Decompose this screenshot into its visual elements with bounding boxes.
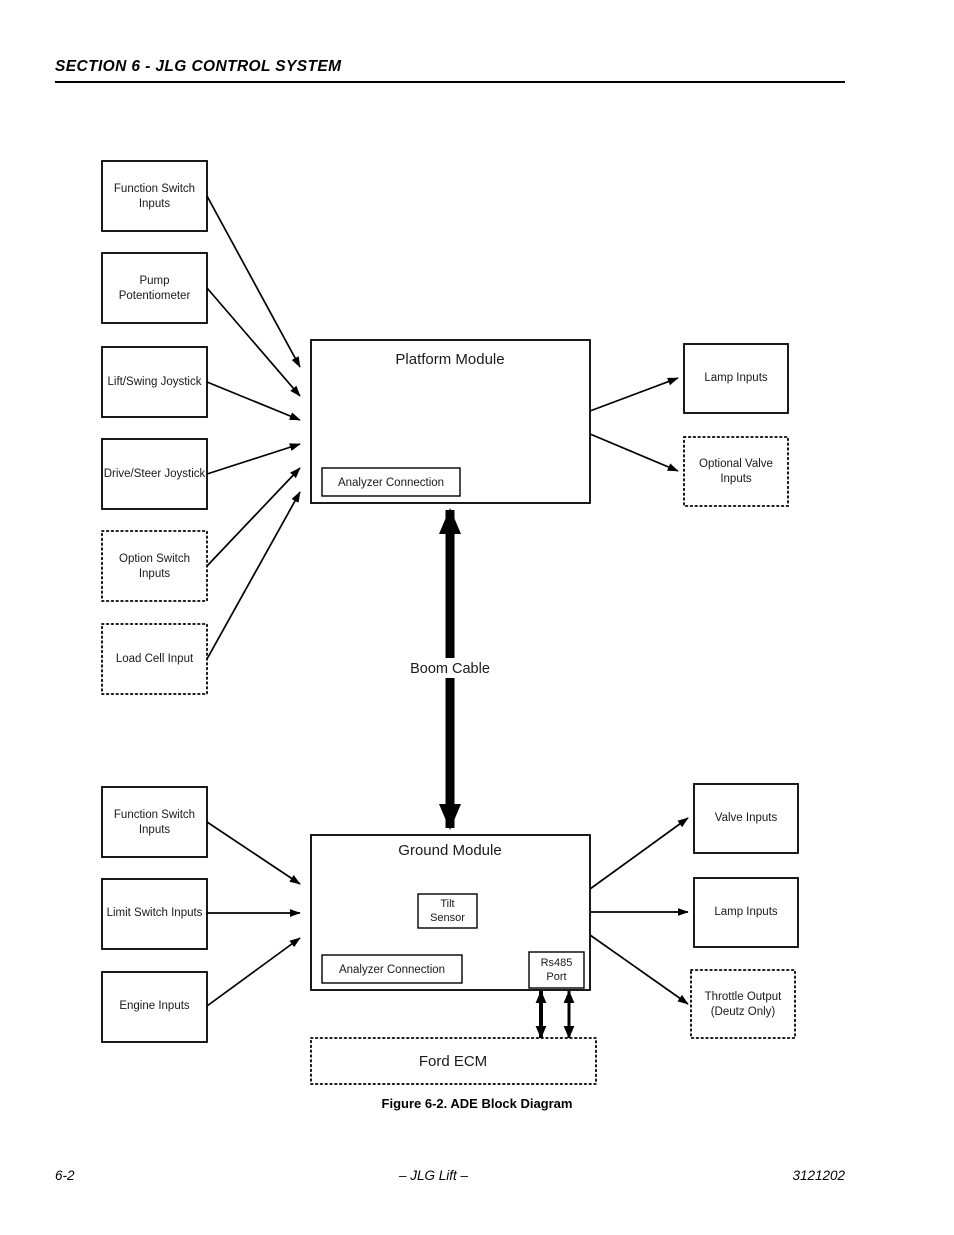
connector-ground-to-valve-inputs: [589, 817, 689, 890]
platform-module: Platform Module Analyzer Connection: [310, 339, 591, 504]
tilt-sensor-label-line1: Tilt: [440, 898, 454, 910]
ground-input-box-engine-inputs: Engine Inputs: [101, 971, 208, 1043]
ground-input-connectors: [206, 821, 301, 1007]
box-label-line2: (Deutz Only): [711, 1006, 776, 1018]
box-label-line1: Lamp Inputs: [714, 906, 778, 918]
box-label-line2: Inputs: [139, 824, 171, 836]
ground-input-box-limit-switch: Limit Switch Inputs: [101, 878, 208, 950]
box-outline: [101, 252, 208, 324]
connector-ground-to-throttle-output: [589, 934, 689, 1005]
figure-caption: Figure 6-2. ADE Block Diagram: [381, 1096, 573, 1111]
connector-function-switch-to-ground: [206, 821, 301, 885]
box-outline: [683, 436, 789, 507]
page-footer: 6-2 – JLG Lift – 3121202: [55, 1168, 845, 1183]
rs485-port-label-line1: Rs485: [541, 957, 573, 969]
platform-input-box-load-cell: Load Cell Input: [101, 623, 208, 695]
platform-input-connectors: [206, 195, 301, 660]
ground-output-connectors: [589, 817, 689, 1005]
boom-cable-connector: Boom Cable: [398, 508, 502, 830]
ground-output-box-valve-inputs: Valve Inputs: [693, 783, 799, 854]
footer-document-number: 3121202: [792, 1168, 845, 1183]
box-label-line1: Option Switch: [119, 553, 190, 565]
box-label-line1: Optional Valve: [699, 458, 773, 470]
platform-output-box-lamp-inputs: Lamp Inputs: [683, 343, 789, 414]
box-label-line1: Pump: [139, 275, 169, 287]
rs485-to-ford-ecm-connectors: [535, 990, 575, 1039]
box-outline: [690, 969, 796, 1039]
connector-platform-to-optional-valve-inputs: [589, 433, 679, 472]
connector-engine-inputs-to-ground: [206, 937, 301, 1007]
platform-output-box-optional-valve-inputs: Optional Valve Inputs: [683, 436, 789, 507]
box-label-line1: Lamp Inputs: [704, 372, 768, 384]
platform-module-title: Platform Module: [395, 351, 504, 368]
box-outline: [101, 160, 208, 232]
box-outline: [101, 530, 208, 602]
box-label-line1: Function Switch: [114, 183, 195, 195]
platform-input-box-function-switch: Function Switch Inputs: [101, 160, 208, 232]
box-label-line1: Limit Switch Inputs: [107, 907, 203, 919]
tilt-sensor-label-line2: Sensor: [430, 912, 465, 924]
ground-output-box-throttle-output: Throttle Output (Deutz Only): [690, 969, 796, 1039]
box-label-line1: Throttle Output: [705, 991, 783, 1003]
box-label-line2: Potentiometer: [119, 290, 191, 302]
ade-block-diagram: Function Switch Inputs Pump Potentiomete…: [0, 0, 954, 1235]
ground-output-box-lamp-inputs: Lamp Inputs: [693, 877, 799, 948]
box-label-line1: Engine Inputs: [119, 1000, 190, 1012]
ground-module: Ground Module Tilt Sensor Analyzer Conne…: [310, 834, 591, 991]
platform-output-connectors: [589, 377, 679, 472]
ground-input-box-function-switch: Function Switch Inputs: [101, 786, 208, 858]
box-outline: [101, 786, 208, 858]
ground-analyzer-connection-label: Analyzer Connection: [339, 964, 445, 976]
platform-input-box-drive-steer-joystick: Drive/Steer Joystick: [101, 438, 208, 510]
footer-brand: – JLG Lift –: [398, 1168, 468, 1183]
footer-page-number: 6-2: [55, 1168, 75, 1183]
box-label-line1: Valve Inputs: [715, 812, 778, 824]
boom-cable-label: Boom Cable: [410, 661, 490, 677]
ford-ecm-label: Ford ECM: [419, 1053, 487, 1070]
box-label-line2: Inputs: [720, 473, 752, 485]
box-label-line2: Inputs: [139, 568, 171, 580]
rs485-port-label-line2: Port: [546, 971, 566, 983]
connector-platform-to-lamp-inputs: [589, 377, 679, 412]
box-label-line2: Inputs: [139, 198, 171, 210]
connector-drive-steer-joystick-to-platform: [206, 443, 301, 475]
platform-input-box-pump-potentiometer: Pump Potentiometer: [101, 252, 208, 324]
platform-input-box-lift-swing-joystick: Lift/Swing Joystick: [101, 346, 208, 418]
box-label-line1: Drive/Steer Joystick: [104, 468, 206, 480]
ground-module-title: Ground Module: [398, 842, 501, 859]
box-label-line1: Load Cell Input: [116, 653, 194, 665]
platform-input-box-option-switch: Option Switch Inputs: [101, 530, 208, 602]
connector-lift-swing-joystick-to-platform: [206, 381, 301, 421]
box-label-line1: Function Switch: [114, 809, 195, 821]
box-label-line1: Lift/Swing Joystick: [108, 376, 202, 388]
ford-ecm-box: Ford ECM: [310, 1037, 597, 1085]
platform-analyzer-connection-label: Analyzer Connection: [338, 477, 444, 489]
